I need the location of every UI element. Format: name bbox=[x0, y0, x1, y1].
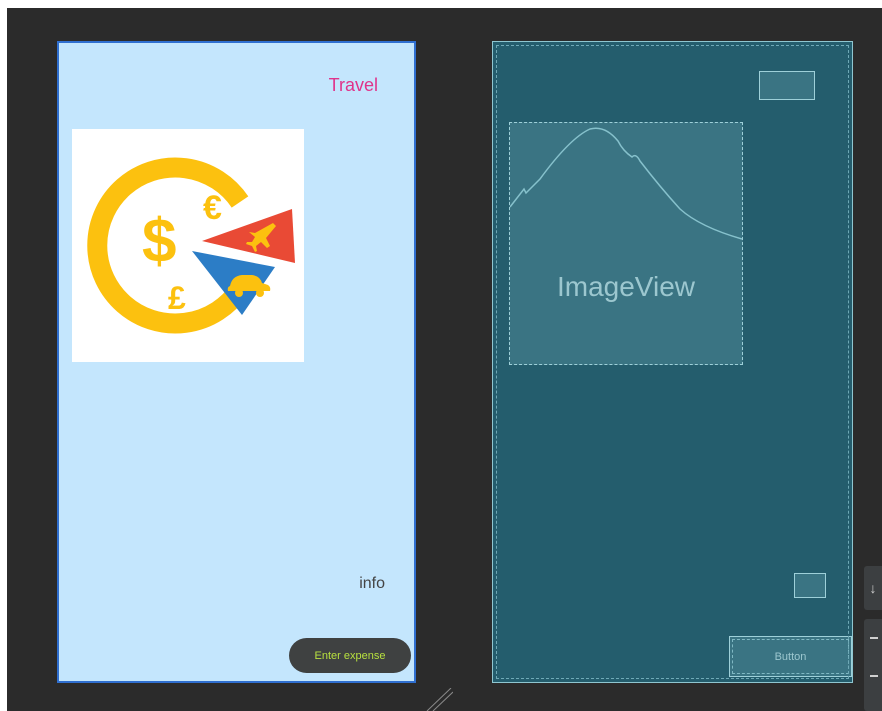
blueprint-textview-travel[interactable] bbox=[759, 71, 815, 100]
pound-icon: £ bbox=[168, 280, 186, 316]
imageview-label: ImageView bbox=[556, 271, 695, 302]
window-top-edge bbox=[0, 0, 882, 8]
enter-expense-button[interactable]: Enter expense bbox=[289, 638, 411, 673]
image-placeholder-icon bbox=[510, 127, 742, 240]
euro-icon: € bbox=[203, 189, 222, 227]
travel-expense-logo-icon[interactable]: $ € £ bbox=[72, 129, 304, 362]
blueprint-preview[interactable]: ImageView Button bbox=[492, 41, 853, 683]
zoom-icon[interactable] bbox=[864, 619, 882, 711]
download-icon[interactable]: ↓ bbox=[864, 566, 882, 610]
info-text[interactable]: info bbox=[359, 575, 385, 593]
blueprint-imageview[interactable]: ImageView bbox=[509, 122, 743, 365]
design-preview[interactable]: Travel $ € £ info Enter expense bbox=[57, 41, 416, 683]
blueprint-textview-info[interactable] bbox=[794, 573, 826, 598]
blueprint-button[interactable]: Button bbox=[729, 636, 852, 677]
travel-title-text[interactable]: Travel bbox=[329, 75, 378, 96]
dollar-icon: $ bbox=[142, 207, 176, 276]
window-left-edge bbox=[0, 0, 7, 711]
resize-handle-icon[interactable] bbox=[423, 688, 453, 711]
logo-graphic: $ € £ bbox=[87, 157, 295, 334]
